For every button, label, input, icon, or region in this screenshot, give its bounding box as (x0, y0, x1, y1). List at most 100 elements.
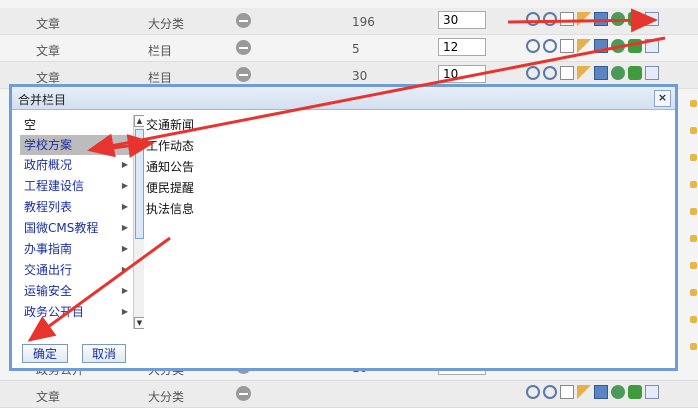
category-item[interactable]: 空 (20, 115, 130, 135)
row-actions (526, 12, 659, 30)
category-item[interactable]: 国微CMS教程 ▶ (20, 218, 130, 238)
category-item[interactable]: 工程建设信 ▶ (20, 176, 130, 196)
submenu-arrow-icon: ▶ (121, 265, 128, 274)
document-icon[interactable] (560, 66, 574, 80)
submenu-arrow-icon: ▶ (121, 202, 128, 211)
edit-icon[interactable] (577, 39, 591, 53)
edit-icon[interactable] (577, 66, 591, 80)
category-scrollbar[interactable]: ▲ ▼ (133, 115, 144, 329)
category-item[interactable]: 交通出行 ▶ (20, 260, 130, 280)
zoom-icon[interactable] (543, 39, 557, 53)
edit-icon[interactable] (577, 12, 591, 26)
submenu-arrow-icon: ▶ (121, 244, 128, 253)
count-cell: 30 (352, 69, 368, 83)
table-row: 文章 栏目 5 (0, 35, 698, 62)
image-icon[interactable] (594, 66, 608, 80)
order-input[interactable] (438, 11, 486, 29)
merge-icon[interactable] (628, 12, 642, 26)
folder-icon (690, 100, 697, 107)
minus-icon[interactable] (236, 67, 251, 82)
confirm-button[interactable]: 确定 (22, 344, 68, 363)
folder-icon (690, 235, 697, 242)
category-item[interactable]: 政府概况 ▶ (20, 155, 130, 175)
zoom-icon[interactable] (543, 12, 557, 26)
count-cell: 196 (352, 15, 375, 29)
category-item[interactable]: 办事指南 ▶ (20, 239, 130, 259)
subcategory-list: 交通新闻 工作动态 通知公告 便民提醒 执法信息 (146, 115, 346, 220)
submenu-arrow-icon: ▶ (121, 286, 128, 295)
category-label: 办事指南 (24, 242, 73, 256)
category-item[interactable]: 学校方案 (20, 135, 130, 155)
category-label: 工程建设信 (24, 179, 85, 193)
zoom-icon[interactable] (543, 66, 557, 80)
order-input[interactable] (438, 65, 486, 83)
copy-icon[interactable] (645, 39, 659, 53)
category-label: 交通出行 (24, 263, 73, 277)
submenu-arrow-icon: ▶ (121, 307, 128, 316)
document-icon[interactable] (560, 39, 574, 53)
search-icon[interactable] (526, 66, 540, 80)
image-icon[interactable] (594, 39, 608, 53)
subcategory-item[interactable]: 便民提醒 (146, 178, 346, 199)
merge-icon[interactable] (628, 385, 642, 399)
folder-icon (690, 262, 697, 269)
copy-icon[interactable] (645, 66, 659, 80)
folder-icon (690, 289, 697, 296)
row-actions (526, 66, 659, 84)
table-row: 文章 大分类 (0, 381, 698, 408)
folder-icon (690, 127, 697, 134)
scroll-up-icon[interactable]: ▲ (134, 115, 144, 127)
minus-icon[interactable] (236, 386, 251, 401)
document-icon[interactable] (560, 385, 574, 399)
category-item[interactable]: 政务公开目 ▶ (20, 302, 130, 322)
globe-icon[interactable] (611, 12, 625, 26)
cancel-button[interactable]: 取消 (82, 344, 126, 363)
category-list[interactable]: 空 学校方案 政府概况 ▶ 工程建设信 ▶ 教程列表 ▶ 国微CMS教程 ▶ 办事指南 ▶… (20, 115, 144, 329)
scroll-thumb[interactable] (135, 129, 144, 239)
minus-icon[interactable] (236, 13, 251, 28)
image-icon[interactable] (594, 385, 608, 399)
image-icon[interactable] (594, 12, 608, 26)
merge-icon[interactable] (628, 66, 642, 80)
close-icon[interactable]: × (654, 90, 671, 107)
subcategory-item[interactable]: 工作动态 (146, 136, 346, 157)
dialog-titlebar[interactable]: 合并栏目 × (12, 87, 675, 110)
submenu-arrow-icon: ▶ (121, 181, 128, 190)
subcategory-item[interactable]: 执法信息 (146, 199, 346, 220)
search-icon[interactable] (526, 39, 540, 53)
subcategory-item[interactable]: 交通新闻 (146, 115, 346, 136)
row-actions (526, 385, 659, 403)
column-cell: 大分类 (148, 17, 185, 31)
category-label: 政务公开目 (24, 305, 85, 319)
document-icon[interactable] (560, 12, 574, 26)
scroll-down-icon[interactable]: ▼ (134, 317, 144, 329)
folder-icon (690, 181, 697, 188)
search-icon[interactable] (526, 12, 540, 26)
copy-icon[interactable] (645, 12, 659, 26)
row-actions (526, 39, 659, 57)
category-item[interactable]: 教程列表 ▶ (20, 197, 130, 217)
submenu-arrow-icon: ▶ (121, 160, 128, 169)
zoom-icon[interactable] (543, 385, 557, 399)
search-icon[interactable] (526, 385, 540, 399)
globe-icon[interactable] (611, 39, 625, 53)
column-cell: 栏目 (148, 44, 173, 58)
globe-icon[interactable] (611, 385, 625, 399)
subcategory-item[interactable]: 通知公告 (146, 157, 346, 178)
merge-icon[interactable] (628, 39, 642, 53)
count-cell: 5 (352, 42, 360, 56)
copy-icon[interactable] (645, 385, 659, 399)
folder-icon (690, 343, 697, 350)
category-label: 运输安全 (24, 284, 73, 298)
category-item[interactable]: 运输安全 ▶ (20, 281, 130, 301)
category-label: 国微CMS教程 (24, 221, 99, 235)
minus-icon[interactable] (236, 40, 251, 55)
dialog-title: 合并栏目 (18, 93, 67, 107)
edit-icon[interactable] (577, 385, 591, 399)
right-edge-icons (689, 0, 698, 402)
table-row: 文章 大分类 196 (0, 8, 698, 35)
order-input[interactable] (438, 38, 486, 56)
folder-icon (690, 154, 697, 161)
submenu-arrow-icon: ▶ (121, 223, 128, 232)
globe-icon[interactable] (611, 66, 625, 80)
